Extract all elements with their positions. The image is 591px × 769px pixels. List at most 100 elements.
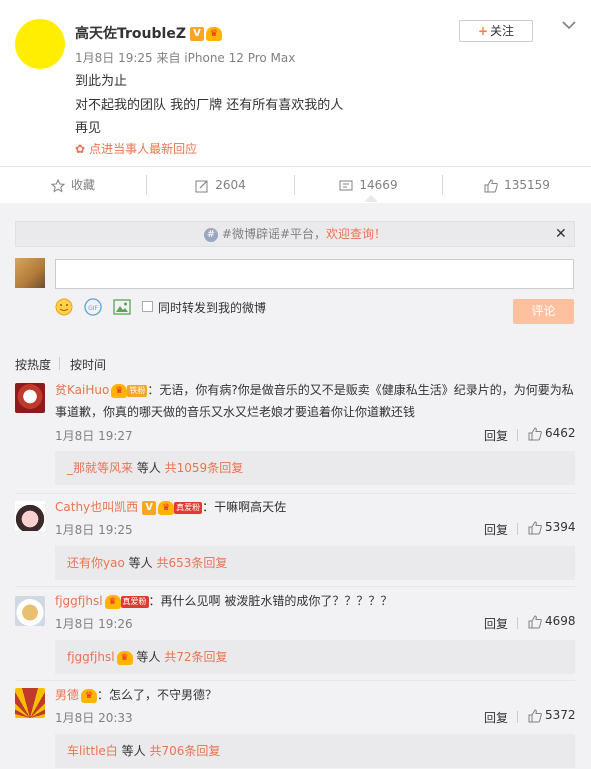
commenter-name[interactable]: 贫KaiHuo <box>55 383 109 397</box>
commenter-name[interactable]: 男德 <box>55 688 79 702</box>
sub-reply-count[interactable]: 共653条回复 <box>156 556 227 570</box>
comment-text-block: 男德 ♛ ：怎么了，不守男德？ <box>55 684 575 706</box>
sub-replies-box[interactable]: 车little白 等人 共706条回复 <box>55 734 575 768</box>
sub-reply-user[interactable]: 还有你yao <box>67 556 125 570</box>
comment-like-count: 5394 <box>545 520 576 534</box>
sub-reply-count[interactable]: 共72条回复 <box>164 650 227 664</box>
thumbs-up-icon <box>528 708 542 722</box>
sub-reply-user[interactable]: 车little白 <box>67 744 118 758</box>
sub-replies-box[interactable]: fjggfjhsl ♛ 等人 共72条回复 <box>55 640 575 674</box>
sub-replies-box[interactable]: 还有你yao 等人 共653条回复 <box>55 546 575 580</box>
reply-button[interactable]: 回复 <box>484 427 508 444</box>
sort-by-hot-tab[interactable]: 按热度 <box>15 356 51 373</box>
latest-reply-label: 点进当事人最新回应 <box>89 142 198 156</box>
commenter-avatar[interactable] <box>15 383 45 413</box>
comment-count: 14669 <box>359 178 398 192</box>
rumor-notice-banner[interactable]: # #微博辟谣#平台，欢迎查询！ <box>15 221 575 247</box>
author-name[interactable]: 高天佐TroubleZ V ♛ <box>75 23 222 43</box>
sort-by-time-tab[interactable]: 按时间 <box>70 356 106 373</box>
sub-replies-box[interactable]: _那就等风来 等人 共1059条回复 <box>55 451 575 485</box>
gif-icon[interactable]: GIF <box>84 298 102 316</box>
comment-like-button[interactable]: 6462 <box>528 426 576 441</box>
active-tab-arrow <box>364 195 378 202</box>
comment-like-count: 5372 <box>545 708 576 722</box>
post-text-line-1: 到此为止 <box>75 74 128 89</box>
author-avatar[interactable] <box>15 19 65 69</box>
comment-like-button[interactable]: 5394 <box>528 520 576 535</box>
commenter-avatar[interactable] <box>15 596 45 626</box>
repost-button[interactable]: 2604 <box>147 167 294 205</box>
commenter-name[interactable]: Cathy也叫凯西 <box>55 500 138 514</box>
reply-button[interactable]: 回复 <box>484 521 508 538</box>
like-button[interactable]: 135159 <box>443 167 591 205</box>
repost-icon <box>195 180 208 192</box>
hashtag-icon: # <box>203 227 218 242</box>
like-divider <box>517 711 518 723</box>
comment-divider <box>15 586 575 587</box>
crown-icon: ♛ <box>111 383 128 398</box>
commenter-avatar[interactable] <box>15 688 45 718</box>
like-count: 135159 <box>504 178 550 192</box>
image-icon[interactable] <box>113 298 131 316</box>
comment-text-block: 贫KaiHuo ♛ 铁粉 ：无语，你有病?你是做音乐的又不是贩卖《健康私生活》纪录片的… <box>55 379 575 423</box>
commenter-name[interactable]: fjggfjhsl <box>55 594 103 608</box>
flower-icon: ✿ <box>75 142 86 156</box>
like-divider <box>517 429 518 441</box>
crown-icon: ♛ <box>104 594 121 609</box>
comment-input[interactable] <box>55 259 574 289</box>
sub-reply-user[interactable]: _那就等风来 <box>67 461 133 475</box>
notice-text: #微博辟谣#平台， <box>221 227 327 241</box>
like-divider <box>517 523 518 535</box>
commenter-avatar[interactable] <box>15 501 45 531</box>
sub-reply-mid: 等人 <box>117 744 150 758</box>
emoji-icon[interactable] <box>55 298 73 316</box>
comment-divider <box>15 493 575 494</box>
comment-time: 1月8日 19:27 <box>55 429 133 443</box>
comment-text: ：怎么了，不守男德？ <box>97 688 218 702</box>
favorite-button[interactable]: 收藏 <box>0 167 146 205</box>
comment-icon <box>339 180 353 190</box>
crown-icon: ♛ <box>116 650 133 665</box>
chevron-down-icon[interactable] <box>560 16 578 34</box>
sub-reply-count[interactable]: 共1059条回复 <box>165 461 244 475</box>
star-icon <box>50 178 66 193</box>
verified-badge-icon: V <box>142 500 157 515</box>
crown-icon: ♛ <box>205 27 222 41</box>
comment-text: ：干嘛啊高天佐 <box>202 500 287 514</box>
reply-button[interactable]: 回复 <box>484 615 508 632</box>
latest-reply-link[interactable]: ✿ 点进当事人最新回应 <box>75 140 197 157</box>
reply-button[interactable]: 回复 <box>484 709 508 726</box>
sub-reply-user[interactable]: fjggfjhsl <box>67 650 115 664</box>
verified-badge-icon: V <box>189 27 204 41</box>
crown-icon: ♛ <box>158 500 175 515</box>
comment-text: ：再什么见啊 被泼脏水错的成你了？？？？？ <box>148 594 393 608</box>
sub-reply-count[interactable]: 共706条回复 <box>149 744 220 758</box>
fan-badge: 真爱粉 <box>120 595 149 608</box>
repost-count: 2604 <box>215 178 246 192</box>
submit-comment-button[interactable]: 评论 <box>513 299 574 324</box>
close-icon[interactable]: ✕ <box>555 226 567 242</box>
thumbs-up-icon <box>528 520 542 534</box>
sort-divider <box>59 357 60 370</box>
thumbs-up-icon <box>528 614 542 628</box>
comment-text-block: fjggfjhsl ♛ 真爱粉 ：再什么见啊 被泼脏水错的成你了？？？？？ <box>55 590 575 612</box>
follow-button[interactable]: + 关注 <box>459 20 533 42</box>
thumbs-up-icon <box>528 426 542 440</box>
like-divider <box>517 617 518 629</box>
comment-like-count: 4698 <box>545 614 576 628</box>
repost-checkbox[interactable] <box>142 301 153 312</box>
comment-like-button[interactable]: 4698 <box>528 614 576 629</box>
favorite-label: 收藏 <box>70 178 95 192</box>
author-name-text[interactable]: 高天佐TroubleZ <box>75 26 186 42</box>
comment-time: 1月8日 19:25 <box>55 523 133 537</box>
sub-reply-mid: 等人 <box>124 556 157 570</box>
sub-reply-mid: 等人 <box>133 461 165 475</box>
crown-icon: ♛ <box>81 688 98 703</box>
post-text-line-2: 对不起我的团队 我的厂牌 还有所有喜欢我的人 <box>75 98 344 113</box>
comment-like-button[interactable]: 5372 <box>528 708 576 723</box>
action-bar: 收藏 2604 14669 135159 <box>0 166 591 204</box>
notice-highlight[interactable]: 欢迎查询！ <box>326 227 386 241</box>
comment-like-count: 6462 <box>545 426 576 440</box>
plus-icon: + <box>477 24 489 38</box>
my-avatar <box>15 258 45 288</box>
